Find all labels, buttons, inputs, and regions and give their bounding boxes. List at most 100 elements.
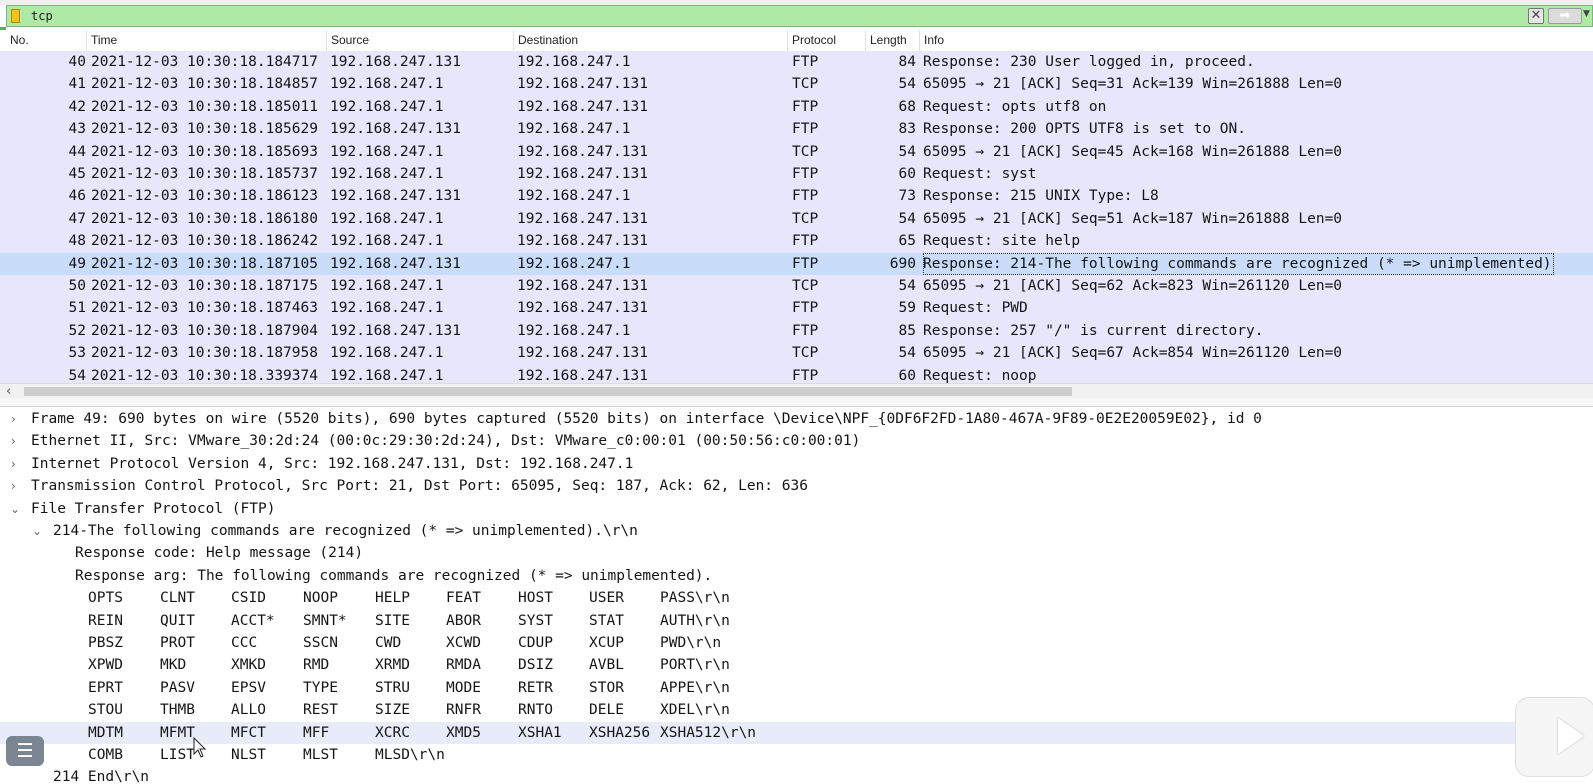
display-filter-input[interactable]: tcp	[31, 8, 53, 24]
tree-item-response-code[interactable]: Response code: Help message (214)	[0, 542, 1593, 564]
packet-time: 2021-12-03 10:30:18.186180	[91, 210, 318, 227]
ftp-command: PORT\r\n	[660, 657, 730, 674]
display-filter-bar[interactable]: tcp ✕ ➡ ▼	[6, 5, 1593, 27]
tree-item-ip[interactable]: › Internet Protocol Version 4, Src: 192.…	[0, 453, 1593, 475]
packet-row[interactable]: 43 2021-12-03 10:30:18.185629 192.168.247.…	[0, 118, 1593, 140]
tree-item-end-line[interactable]: 214 End\r\n	[0, 766, 1593, 784]
packet-protocol: TCP	[792, 76, 819, 93]
packet-length: 73	[898, 188, 916, 205]
ftp-command: THMB	[160, 702, 195, 719]
chevron-right-icon[interactable]: ›	[11, 430, 16, 452]
packet-row[interactable]: 48 2021-12-03 10:30:18.186242 192.168.247.…	[0, 230, 1593, 252]
column-header-time[interactable]: Time	[87, 30, 327, 51]
packet-source: 192.168.247.1	[330, 210, 444, 227]
packet-info: 65095 → 21 [ACK] Seq=45 Ack=168 Win=2618…	[923, 143, 1343, 160]
packet-row[interactable]: 51 2021-12-03 10:30:18.187463 192.168.247.…	[0, 297, 1593, 319]
ftp-command: FEAT	[446, 590, 481, 607]
chevron-right-icon[interactable]: ›	[11, 475, 16, 497]
tree-item-label: Transmission Control Protocol, Src Port:…	[31, 478, 808, 495]
tree-item-ftp[interactable]: ⌄ File Transfer Protocol (FTP)	[0, 498, 1593, 520]
packet-info: 65095 → 21 [ACK] Seq=62 Ack=823 Win=2611…	[923, 278, 1343, 294]
packet-source: 192.168.247.1	[330, 367, 444, 383]
column-header-info[interactable]: Info	[920, 30, 1593, 51]
ftp-command: XRMD	[375, 657, 410, 674]
side-play-button[interactable]	[1515, 697, 1593, 777]
tree-item-command-list[interactable]: EPRT PASV EPSV TYPE STRU MODE RETR STOR APPE\r\n	[0, 677, 1593, 699]
packet-row[interactable]: 45 2021-12-03 10:30:18.185737 192.168.247.…	[0, 163, 1593, 185]
column-header-source[interactable]: Source	[327, 30, 514, 51]
chevron-right-icon[interactable]: ›	[11, 453, 16, 475]
ftp-command: MLST	[303, 747, 338, 763]
packet-row[interactable]: 40 2021-12-03 10:30:18.184717 192.168.247.…	[0, 51, 1593, 73]
ftp-command: STOR	[589, 679, 624, 696]
column-header-no[interactable]: No.	[6, 30, 87, 51]
scrollbar-thumb[interactable]	[24, 387, 1072, 396]
ftp-command: PASV	[160, 679, 195, 696]
filter-bookmark-icon[interactable]	[11, 9, 20, 23]
ftp-command: USER	[589, 590, 624, 607]
chevron-down-icon[interactable]: ⌄	[32, 520, 42, 542]
tree-item-command-list[interactable]: STOU THMB ALLO REST SIZE RNFR RNTO DELE XDEL\r\n	[0, 699, 1593, 721]
tree-item-command-list[interactable]: XPWD MKD XMKD RMD XRMD RMDA DSIZ AVBL PORT\r\n	[0, 654, 1593, 676]
ftp-command: EPSV	[231, 679, 266, 696]
packet-row[interactable]: 53 2021-12-03 10:30:18.187958 192.168.247.…	[0, 342, 1593, 364]
tree-item-ethernet[interactable]: › Ethernet II, Src: VMware_30:2d:24 (00:…	[0, 430, 1593, 452]
tree-item-command-list[interactable]: COMB LIST NLST MLST MLSD\r\n	[0, 744, 1593, 766]
pane-splitter[interactable]	[0, 398, 1593, 407]
tree-item-command-list[interactable]: PBSZ PROT CCC SSCN CWD XCWD CDUP XCUP PWD\r\n	[0, 632, 1593, 654]
chevron-right-icon[interactable]: ›	[11, 408, 16, 430]
ftp-command: CSID	[231, 590, 266, 607]
ftp-command: SSCN	[303, 635, 338, 651]
column-header-protocol[interactable]: Protocol	[788, 30, 866, 51]
ftp-command: RMDA	[446, 657, 481, 674]
packet-row[interactable]: 54 2021-12-03 10:30:18.339374 192.168.247.…	[0, 365, 1593, 383]
packet-no: 40	[68, 54, 86, 70]
scroll-left-icon[interactable]: ‹	[6, 384, 11, 399]
packet-destination: 192.168.247.131	[517, 98, 648, 115]
column-header-destination[interactable]: Destination	[514, 30, 788, 51]
tree-item-command-list[interactable]: REIN QUIT ACCT* SMNT* SITE ABOR SYST STAT AUTH\r…	[0, 610, 1593, 632]
packet-protocol: FTP	[792, 322, 819, 339]
column-header-length[interactable]: Length	[866, 30, 920, 51]
tree-item-command-list[interactable]: OPTS CLNT CSID NOOP HELP FEAT HOST USER PASS\r\n	[0, 587, 1593, 609]
ftp-command: MFCT	[231, 724, 266, 741]
packet-length: 68	[898, 98, 916, 115]
tree-item-tcp[interactable]: › Transmission Control Protocol, Src Por…	[0, 475, 1593, 497]
packet-details-tree[interactable]: › Frame 49: 690 bytes on wire (5520 bits…	[0, 407, 1593, 784]
ftp-command: LIST	[160, 747, 195, 763]
tree-item-ftp-response[interactable]: ⌄ 214-The following commands are recogni…	[0, 520, 1593, 542]
filter-dropdown-icon[interactable]: ▼	[1583, 9, 1592, 19]
packet-row[interactable]: 52 2021-12-03 10:30:18.187904 192.168.247.…	[0, 320, 1593, 342]
ftp-command: XDEL\r\n	[660, 702, 730, 719]
packet-info: Request: site help	[923, 233, 1081, 250]
packet-row[interactable]: 42 2021-12-03 10:30:18.185011 192.168.247.…	[0, 96, 1593, 118]
packet-source: 192.168.247.131	[330, 121, 461, 138]
ftp-command: SYST	[518, 612, 553, 629]
menu-icon[interactable]: ☰	[6, 736, 44, 766]
packet-row[interactable]: 46 2021-12-03 10:30:18.186123 192.168.247.…	[0, 185, 1593, 207]
ftp-command: COMB	[88, 747, 123, 763]
chevron-down-icon[interactable]: ⌄	[10, 498, 20, 520]
tree-item-frame[interactable]: › Frame 49: 690 bytes on wire (5520 bits…	[0, 408, 1593, 430]
packet-row[interactable]: 41 2021-12-03 10:30:18.184857 192.168.247.…	[0, 73, 1593, 95]
packet-list-horizontal-scrollbar[interactable]: ‹	[0, 383, 1593, 399]
ftp-command: XMD5	[446, 724, 481, 741]
packet-info: Request: opts utf8 on	[923, 98, 1107, 115]
packet-row[interactable]: 50 2021-12-03 10:30:18.187175 192.168.247.…	[0, 275, 1593, 297]
packet-row[interactable]: 44 2021-12-03 10:30:18.185693 192.168.247.…	[0, 141, 1593, 163]
packet-source: 192.168.247.1	[330, 166, 444, 182]
packet-protocol: FTP	[792, 367, 819, 383]
packet-list[interactable]: 40 2021-12-03 10:30:18.184717 192.168.247.…	[0, 51, 1593, 383]
packet-row[interactable]: 49 2021-12-03 10:30:18.187105 192.168.247.…	[0, 252, 1593, 275]
packet-no: 50	[68, 278, 86, 294]
tree-item-command-list[interactable]: MDTM MFMT MFCT MFF XCRC XMD5 XSHA1 XSHA256 XSHA5…	[0, 721, 1593, 744]
clear-filter-icon[interactable]: ✕	[1528, 8, 1544, 24]
packet-protocol: FTP	[792, 188, 819, 205]
packet-time: 2021-12-03 10:30:18.339374	[91, 367, 318, 383]
ftp-command: REIN	[88, 612, 123, 629]
apply-filter-icon[interactable]: ➡	[1548, 8, 1582, 24]
tree-item-response-arg[interactable]: Response arg: The following commands are…	[0, 565, 1593, 587]
packet-row[interactable]: 47 2021-12-03 10:30:18.186180 192.168.247.…	[0, 208, 1593, 230]
tree-item-label: File Transfer Protocol (FTP)	[31, 500, 276, 517]
ftp-command: MDTM	[88, 724, 123, 741]
